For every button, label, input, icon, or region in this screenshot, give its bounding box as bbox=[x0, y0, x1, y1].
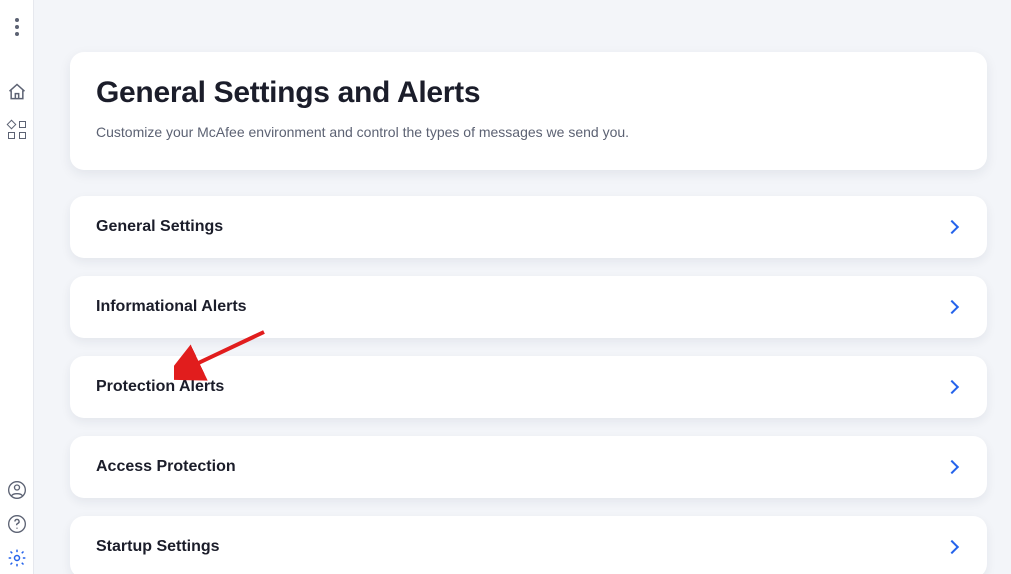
row-label: General Settings bbox=[96, 218, 223, 236]
chevron-right-icon bbox=[945, 540, 959, 554]
account-icon[interactable] bbox=[7, 480, 27, 500]
chevron-right-icon bbox=[945, 380, 959, 394]
settings-icon[interactable] bbox=[7, 548, 27, 568]
sidebar-top bbox=[7, 18, 27, 140]
apps-icon[interactable] bbox=[7, 120, 27, 140]
sidebar bbox=[0, 0, 34, 574]
row-label: Access Protection bbox=[96, 458, 236, 476]
sidebar-bottom bbox=[7, 480, 27, 568]
chevron-right-icon bbox=[945, 300, 959, 314]
row-label: Startup Settings bbox=[96, 538, 220, 556]
row-label: Protection Alerts bbox=[96, 378, 224, 396]
menu-icon[interactable] bbox=[15, 18, 19, 36]
row-protection-alerts[interactable]: Protection Alerts bbox=[70, 356, 987, 418]
row-startup-settings[interactable]: Startup Settings bbox=[70, 516, 987, 574]
row-label: Informational Alerts bbox=[96, 298, 247, 316]
row-informational-alerts[interactable]: Informational Alerts bbox=[70, 276, 987, 338]
settings-list: General Settings Informational Alerts Pr… bbox=[70, 196, 987, 574]
chevron-right-icon bbox=[945, 460, 959, 474]
main-content: General Settings and Alerts Customize yo… bbox=[34, 0, 1011, 574]
chevron-right-icon bbox=[945, 220, 959, 234]
help-icon[interactable] bbox=[7, 514, 27, 534]
home-icon[interactable] bbox=[7, 82, 27, 102]
row-access-protection[interactable]: Access Protection bbox=[70, 436, 987, 498]
header-card: General Settings and Alerts Customize yo… bbox=[70, 52, 987, 170]
page-subtitle: Customize your McAfee environment and co… bbox=[96, 124, 961, 140]
row-general-settings[interactable]: General Settings bbox=[70, 196, 987, 258]
page-title: General Settings and Alerts bbox=[96, 76, 961, 110]
